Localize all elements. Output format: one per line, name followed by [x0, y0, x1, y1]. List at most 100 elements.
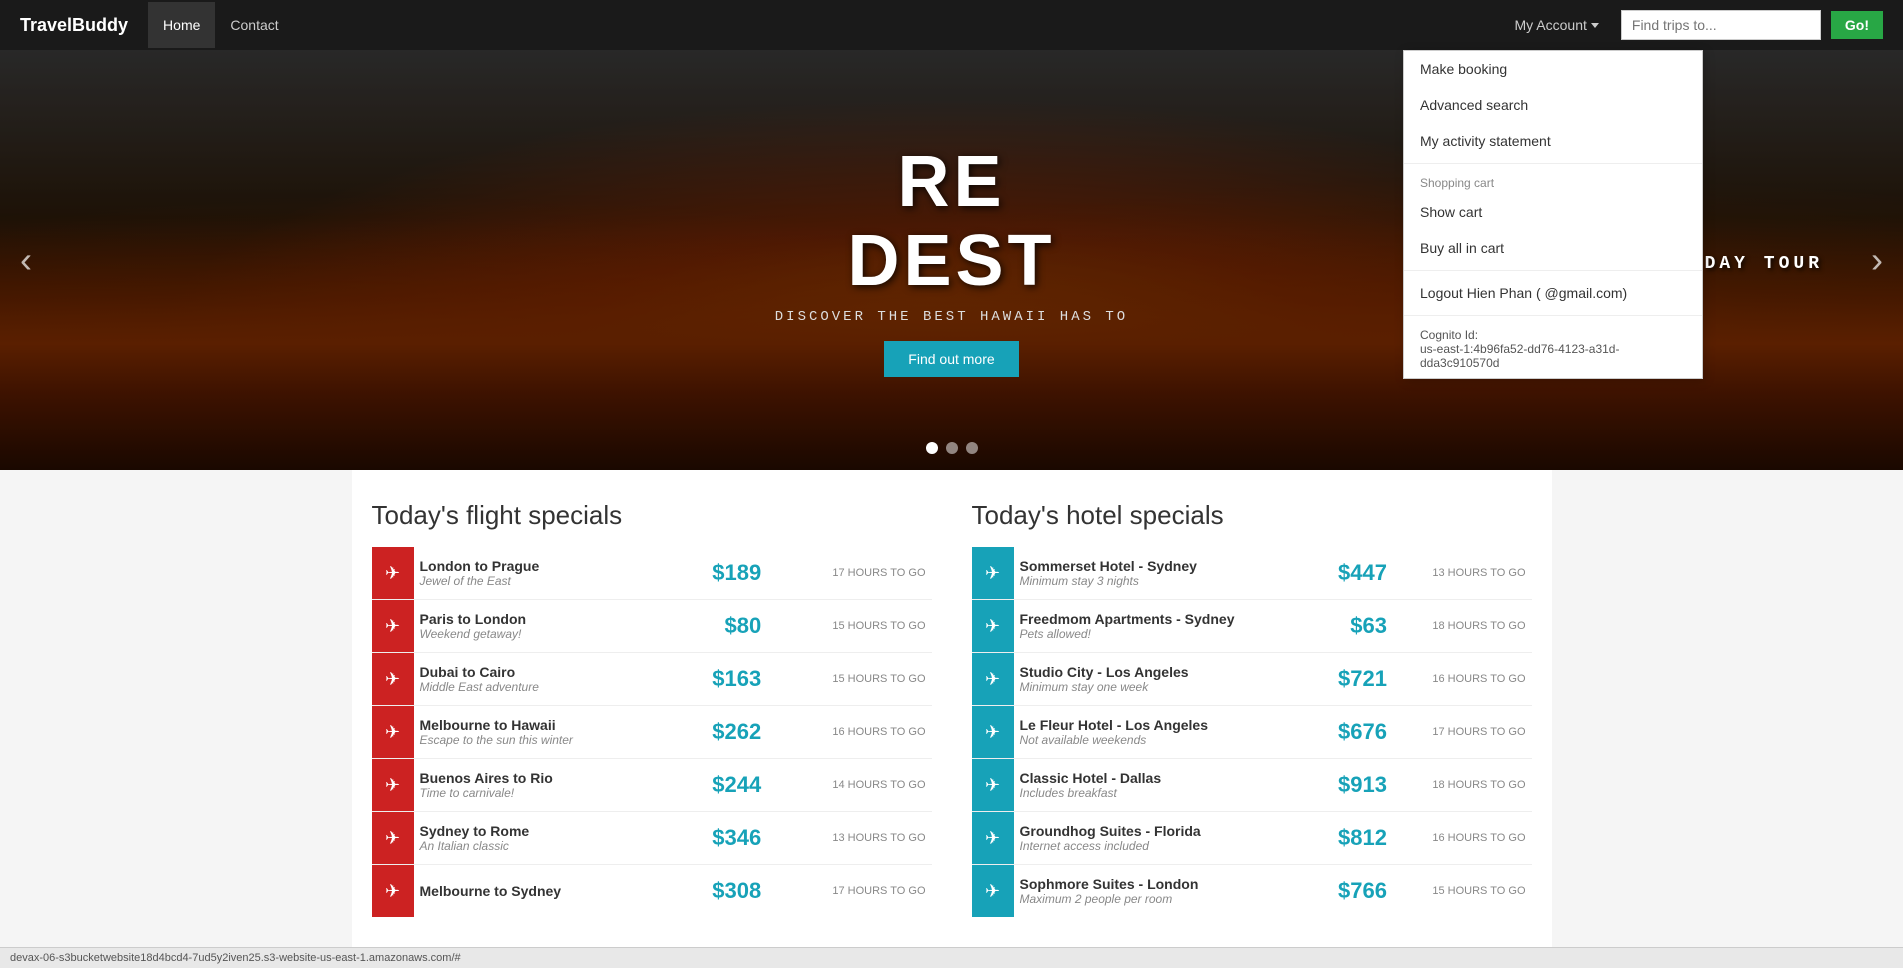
hotel-info: Le Fleur Hotel - Los Angeles Not availab…: [1014, 706, 1313, 759]
plane-icon: ✈: [385, 881, 400, 902]
hotel-price: $766: [1313, 865, 1393, 918]
hotel-hours: 15 HOURS TO GO: [1393, 865, 1532, 918]
hotel-price: $447: [1313, 547, 1393, 600]
flight-icon-cell: ✈: [372, 547, 414, 600]
make-booking-link[interactable]: Make booking: [1404, 51, 1702, 87]
logout-link[interactable]: Logout Hien Phan ( @gmail.com): [1404, 275, 1702, 311]
flight-icon-cell: ✈: [372, 865, 414, 918]
nav-item-contact[interactable]: Contact: [215, 2, 293, 48]
dropdown-divider-1: [1404, 163, 1702, 164]
flight-price: $346: [672, 812, 767, 865]
flight-row[interactable]: ✈ London to Prague Jewel of the East $18…: [372, 547, 932, 600]
flight-row[interactable]: ✈ Melbourne to Hawaii Escape to the sun …: [372, 706, 932, 759]
dropdown-divider-2: [1404, 270, 1702, 271]
hotel-name: Sommerset Hotel - Sydney: [1020, 558, 1307, 574]
flight-icon-box: ✈: [372, 653, 414, 705]
hotel-plane-icon: ✈: [985, 616, 1000, 637]
flight-hours: 17 HOURS TO GO: [767, 865, 931, 918]
flight-row[interactable]: ✈ Sydney to Rome An Italian classic $346…: [372, 812, 932, 865]
flight-icon-cell: ✈: [372, 600, 414, 653]
plane-icon: ✈: [385, 669, 400, 690]
flight-row[interactable]: ✈ Paris to London Weekend getaway! $80 1…: [372, 600, 932, 653]
flight-icon-box: ✈: [372, 600, 414, 652]
flight-hours: 16 HOURS TO GO: [767, 706, 931, 759]
flight-subtitle: Weekend getaway!: [420, 627, 666, 641]
hero-content: RE DEST DISCOVER THE BEST HAWAII HAS TO …: [775, 143, 1128, 377]
hotel-plane-icon: ✈: [985, 775, 1000, 796]
plane-icon: ✈: [385, 722, 400, 743]
hotel-row[interactable]: ✈ Sommerset Hotel - Sydney Minimum stay …: [972, 547, 1532, 600]
shopping-cart-label: Shopping cart: [1404, 168, 1702, 194]
hero-dot-2[interactable]: [946, 442, 958, 454]
hotel-hours: 13 HOURS TO GO: [1393, 547, 1532, 600]
hero-title-line1: RE: [775, 143, 1128, 222]
flight-icon-box: ✈: [372, 706, 414, 758]
activity-statement-link[interactable]: My activity statement: [1404, 123, 1702, 159]
hero-prev-arrow[interactable]: ‹: [20, 239, 32, 281]
flight-route: London to Prague: [420, 558, 666, 574]
flight-specials-title: Today's flight specials: [372, 500, 932, 531]
nav-item-home[interactable]: Home: [148, 2, 215, 48]
flight-route: Dubai to Cairo: [420, 664, 666, 680]
address-bar: devax-06-s3bucketwebsite18d4bcd4-7ud5y2i…: [0, 947, 1903, 968]
hotel-icon-box: ✈: [972, 547, 1014, 599]
flight-subtitle: Time to carnivale!: [420, 786, 666, 800]
hotel-subtitle: Minimum stay one week: [1020, 680, 1307, 694]
hero-dot-1[interactable]: [926, 442, 938, 454]
my-account-button[interactable]: My Account: [1503, 9, 1611, 41]
hotel-icon-cell: ✈: [972, 865, 1014, 918]
hotel-row[interactable]: ✈ Sophmore Suites - London Maximum 2 peo…: [972, 865, 1532, 918]
hotel-subtitle: Maximum 2 people per room: [1020, 892, 1307, 906]
find-out-more-button[interactable]: Find out more: [884, 341, 1018, 377]
flight-subtitle: Escape to the sun this winter: [420, 733, 666, 747]
flight-hours: 13 HOURS TO GO: [767, 812, 931, 865]
flight-subtitle: An Italian classic: [420, 839, 666, 853]
show-cart-link[interactable]: Show cart: [1404, 194, 1702, 230]
hotel-icon-box: ✈: [972, 812, 1014, 864]
flight-row[interactable]: ✈ Melbourne to Sydney $308 17 HOURS TO G…: [372, 865, 932, 918]
hero-next-arrow[interactable]: ›: [1871, 239, 1883, 281]
hotel-icon-box: ✈: [972, 706, 1014, 758]
hotel-info: Sophmore Suites - London Maximum 2 peopl…: [1014, 865, 1313, 918]
flight-icon-cell: ✈: [372, 759, 414, 812]
hotel-hours: 16 HOURS TO GO: [1393, 653, 1532, 706]
flight-row[interactable]: ✈ Dubai to Cairo Middle East adventure $…: [372, 653, 932, 706]
buy-all-cart-link[interactable]: Buy all in cart: [1404, 230, 1702, 266]
hotel-row[interactable]: ✈ Le Fleur Hotel - Los Angeles Not avail…: [972, 706, 1532, 759]
hotel-price: $676: [1313, 706, 1393, 759]
hotel-subtitle: Pets allowed!: [1020, 627, 1307, 641]
flight-hours: 14 HOURS TO GO: [767, 759, 931, 812]
hotel-row[interactable]: ✈ Classic Hotel - Dallas Includes breakf…: [972, 759, 1532, 812]
dropdown-caret-icon: [1591, 23, 1599, 28]
search-input[interactable]: [1621, 10, 1821, 40]
brand-logo[interactable]: TravelBuddy: [20, 15, 128, 36]
hotel-info: Studio City - Los Angeles Minimum stay o…: [1014, 653, 1313, 706]
hotel-name: Groundhog Suites - Florida: [1020, 823, 1307, 839]
hotel-row[interactable]: ✈ Freedmom Apartments - Sydney Pets allo…: [972, 600, 1532, 653]
go-button[interactable]: Go!: [1831, 11, 1883, 39]
flight-info: Sydney to Rome An Italian classic: [414, 812, 672, 865]
hero-subtitle: DISCOVER THE BEST HAWAII HAS TO: [775, 309, 1128, 325]
hotel-icon-cell: ✈: [972, 547, 1014, 600]
hero-dot-3[interactable]: [966, 442, 978, 454]
hotel-row[interactable]: ✈ Studio City - Los Angeles Minimum stay…: [972, 653, 1532, 706]
advanced-search-link[interactable]: Advanced search: [1404, 87, 1702, 123]
hero-title-line2: DEST: [775, 222, 1128, 301]
hotel-subtitle: Internet access included: [1020, 839, 1307, 853]
hotel-plane-icon: ✈: [985, 828, 1000, 849]
flight-specials-section: Today's flight specials ✈ London to Prag…: [372, 500, 932, 917]
flight-icon-box: ✈: [372, 812, 414, 864]
hotel-hours: 16 HOURS TO GO: [1393, 812, 1532, 865]
flight-route: Melbourne to Sydney: [420, 883, 666, 899]
flight-hours: 15 HOURS TO GO: [767, 600, 931, 653]
hotel-info: Sommerset Hotel - Sydney Minimum stay 3 …: [1014, 547, 1313, 600]
flight-row[interactable]: ✈ Buenos Aires to Rio Time to carnivale!…: [372, 759, 932, 812]
dropdown-divider-3: [1404, 315, 1702, 316]
flight-price: $189: [672, 547, 767, 600]
flight-price: $244: [672, 759, 767, 812]
flight-icon-cell: ✈: [372, 706, 414, 759]
page-url: devax-06-s3bucketwebsite18d4bcd4-7ud5y2i…: [10, 952, 461, 964]
flight-subtitle: Jewel of the East: [420, 574, 666, 588]
flight-icon-box: ✈: [372, 547, 414, 599]
hotel-row[interactable]: ✈ Groundhog Suites - Florida Internet ac…: [972, 812, 1532, 865]
